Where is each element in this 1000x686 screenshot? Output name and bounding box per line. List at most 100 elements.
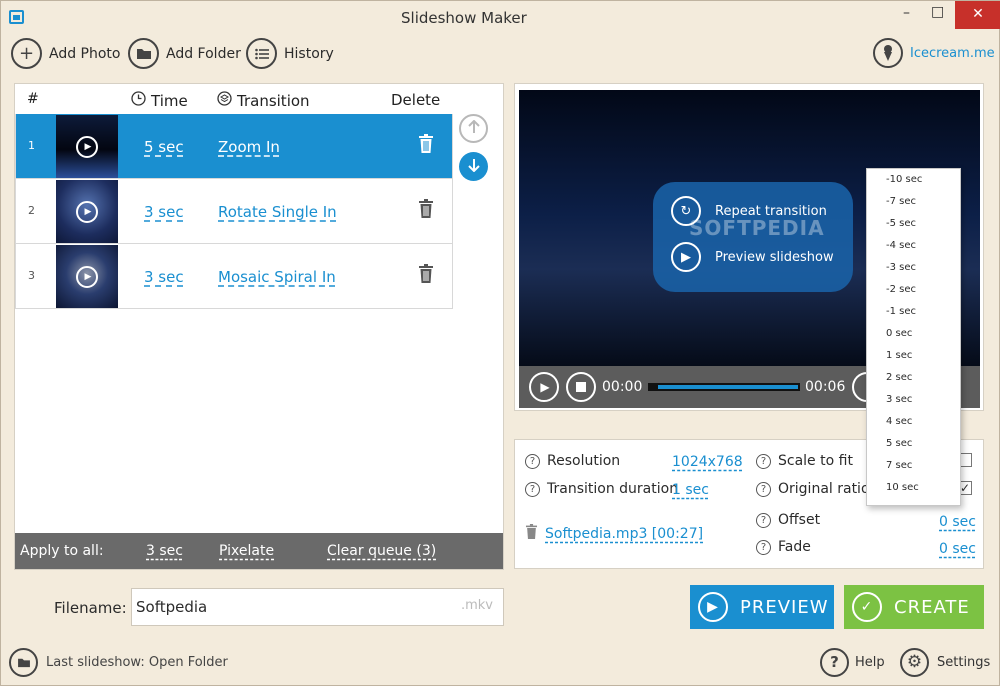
folder-icon	[9, 648, 38, 677]
dropdown-option[interactable]: -3 sec	[867, 257, 960, 279]
seek-bar-fill	[658, 385, 798, 389]
resolution-value[interactable]: 1024x768	[672, 454, 743, 470]
fade-label: Fade	[778, 539, 811, 555]
clock-icon	[131, 91, 146, 110]
history-label: History	[284, 45, 334, 62]
preview-slideshow-button[interactable]: ▶ Preview slideshow	[671, 242, 834, 272]
row-number: 1	[28, 139, 35, 152]
trash-icon[interactable]	[525, 524, 538, 543]
transition-duration-row: ? Transition duration	[525, 481, 678, 497]
dropdown-option[interactable]: -2 sec	[867, 279, 960, 301]
time-header-label: Time	[151, 91, 188, 110]
add-photo-button[interactable]: + Add Photo	[11, 38, 121, 69]
close-button[interactable]: ✕	[955, 1, 1000, 29]
row-transition-link[interactable]: Rotate Single In	[218, 203, 337, 221]
row-time-link[interactable]: 3 sec	[144, 203, 184, 221]
queue-row[interactable]: 2 ▶ 3 sec Rotate Single In	[15, 179, 453, 244]
column-header-transition: Transition	[217, 91, 310, 110]
help-icon[interactable]: ?	[756, 481, 771, 497]
stop-button[interactable]	[566, 372, 596, 402]
softpedia-watermark: SOFTPEDIA	[689, 216, 825, 240]
gear-icon: ⚙	[900, 648, 929, 677]
help-icon[interactable]: ?	[525, 481, 540, 497]
apply-transition-link[interactable]: Pixelate	[219, 543, 274, 559]
stop-icon	[576, 382, 586, 392]
history-button[interactable]: History	[246, 38, 334, 69]
photo-thumbnail[interactable]: ▶	[56, 180, 118, 243]
transition-duration-value[interactable]: 1 sec	[672, 482, 709, 498]
offset-value[interactable]: 0 sec	[939, 514, 976, 530]
photo-queue: # Time Transition Delete 1 ▶ 5 sec Zoom …	[14, 83, 504, 570]
dropdown-option[interactable]: 10 sec	[867, 477, 960, 499]
row-number: 2	[28, 204, 35, 217]
maximize-button[interactable]: □	[931, 4, 944, 20]
play-button[interactable]: ▶	[529, 372, 559, 402]
column-header-time: Time	[131, 91, 188, 110]
scale-to-fit-row: ? Scale to fit	[756, 453, 853, 469]
dropdown-option[interactable]: 1 sec	[867, 345, 960, 367]
scale-to-fit-label: Scale to fit	[778, 453, 853, 469]
help-icon[interactable]: ?	[525, 453, 540, 469]
move-down-button[interactable]	[459, 152, 488, 181]
help-button[interactable]: ? Help	[820, 648, 885, 677]
current-time: 00:00	[602, 379, 643, 395]
move-up-button[interactable]	[459, 114, 488, 143]
minimize-button[interactable]: –	[903, 5, 910, 21]
total-time: 00:06	[805, 379, 846, 395]
dropdown-option[interactable]: -1 sec	[867, 301, 960, 323]
clear-queue-link[interactable]: Clear queue (3)	[327, 543, 436, 559]
dropdown-option[interactable]: -5 sec	[867, 213, 960, 235]
row-transition-link[interactable]: Mosaic Spiral In	[218, 268, 336, 286]
dropdown-option[interactable]: -4 sec	[867, 235, 960, 257]
play-icon: ▶	[76, 135, 98, 158]
checkmark-icon: ✓	[852, 592, 882, 622]
add-folder-button[interactable]: Add Folder	[128, 38, 241, 69]
help-icon[interactable]: ?	[756, 539, 771, 555]
apply-time-link[interactable]: 3 sec	[146, 543, 183, 559]
apply-to-all-label: Apply to all:	[20, 543, 104, 559]
row-time-link[interactable]: 3 sec	[144, 268, 184, 286]
audio-file-link[interactable]: Softpedia.mp3 [00:27]	[545, 526, 703, 542]
dropdown-option[interactable]: 3 sec	[867, 389, 960, 411]
dropdown-option[interactable]: 5 sec	[867, 433, 960, 455]
dropdown-option[interactable]: -7 sec	[867, 191, 960, 213]
icecream-link-label: Icecream.me	[910, 45, 995, 61]
icecream-logo-icon	[873, 38, 903, 68]
photo-thumbnail[interactable]: ▶	[56, 115, 118, 178]
layers-icon	[217, 91, 232, 110]
play-icon: ▶	[76, 265, 98, 288]
filename-input[interactable]: Softpedia .mkv	[131, 588, 504, 626]
last-slideshow-link[interactable]: Last slideshow: Open Folder	[9, 648, 228, 677]
dropdown-option[interactable]: 2 sec	[867, 367, 960, 389]
trash-icon[interactable]	[418, 134, 434, 158]
create-button[interactable]: ✓ CREATE	[844, 585, 984, 629]
resolution-row: ? Resolution	[525, 453, 620, 469]
close-icon: ✕	[972, 6, 984, 22]
preview-button-label: PREVIEW	[740, 596, 829, 618]
original-ratio-row: ? Original ratio	[756, 481, 870, 497]
fade-value[interactable]: 0 sec	[939, 541, 976, 557]
photo-thumbnail[interactable]: ▶	[56, 245, 118, 308]
preview-slideshow-label: Preview slideshow	[715, 249, 834, 265]
settings-button[interactable]: ⚙ Settings	[900, 648, 990, 677]
queue-row[interactable]: 1 ▶ 5 sec Zoom In	[15, 114, 453, 179]
queue-row[interactable]: 3 ▶ 3 sec Mosaic Spiral In	[15, 244, 453, 309]
icecream-link[interactable]: Icecream.me	[873, 38, 995, 68]
preview-button[interactable]: ▶ PREVIEW	[690, 585, 834, 629]
audio-track-row: Softpedia.mp3 [00:27]	[525, 524, 703, 543]
plus-icon: +	[11, 38, 42, 69]
dropdown-option[interactable]: -10 sec	[867, 169, 960, 191]
dropdown-option[interactable]: 7 sec	[867, 455, 960, 477]
row-time-link[interactable]: 5 sec	[144, 138, 184, 156]
dropdown-option[interactable]: 4 sec	[867, 411, 960, 433]
help-icon[interactable]: ?	[756, 453, 771, 469]
add-photo-label: Add Photo	[49, 45, 121, 62]
last-slideshow-label: Last slideshow: Open Folder	[46, 655, 228, 670]
row-transition-link[interactable]: Zoom In	[218, 138, 280, 156]
dropdown-option[interactable]: 0 sec	[867, 323, 960, 345]
trash-icon[interactable]	[418, 199, 434, 223]
seek-bar[interactable]	[648, 383, 800, 391]
add-folder-label: Add Folder	[166, 45, 241, 62]
trash-icon[interactable]	[418, 264, 434, 288]
help-icon[interactable]: ?	[756, 512, 771, 528]
